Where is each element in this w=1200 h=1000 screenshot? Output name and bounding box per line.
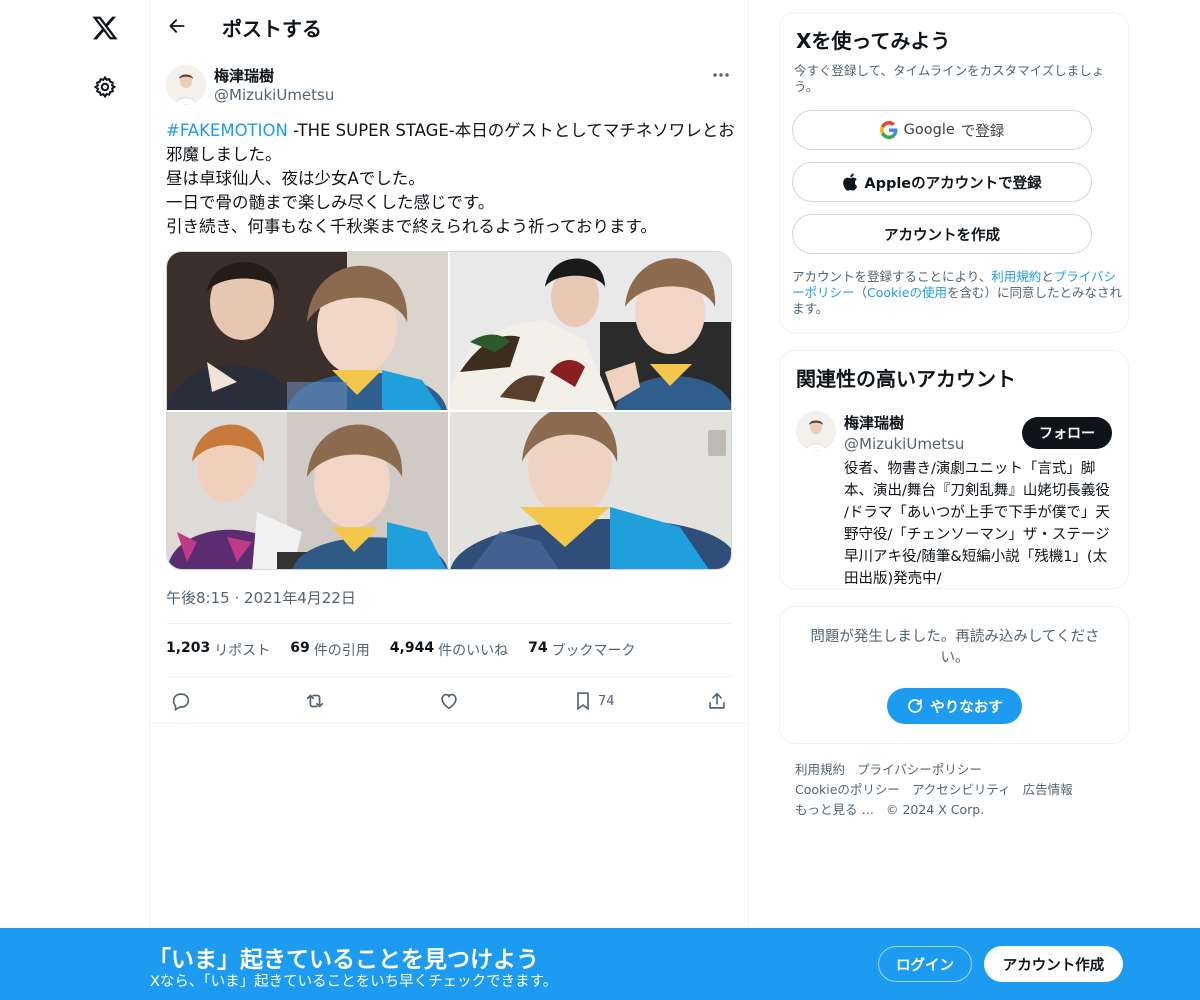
post-date: 2021年4月22日 [244, 589, 356, 607]
bookmark-count: 74 [598, 693, 615, 709]
bookmark-icon[interactable]: 74 [572, 688, 615, 714]
footer-row: もっと見る … © 2024 X Corp. [795, 800, 1125, 820]
footer-links: 利用規約 プライバシーポリシー Cookieのポリシー アクセシビリティ 広告情… [795, 760, 1125, 820]
post-text: #FAKEMOTION -THE SUPER STAGE-本日のゲストとしてマチ… [166, 119, 735, 239]
related-account-bio: 役者、物書き/演劇ユニット「言式」脚本、演出/舞台『刀剣乱舞』山姥切長義役 /ド… [844, 461, 1110, 587]
post-photo-4[interactable] [450, 412, 731, 569]
post-text-fragment: -THE SUPER STAGE-本日のゲストとしてマチネソワレとお [287, 121, 735, 140]
stat-count: 4,944 [389, 640, 435, 656]
google-signup-button[interactable]: Google で登録 [792, 110, 1092, 150]
footer-link-cookie[interactable]: Cookieのポリシー [795, 780, 900, 800]
terms-text: と [1041, 269, 1054, 284]
post-text-line: 引き続き、何事もなく千秋楽まで終えられるよう祈っております。 [166, 217, 657, 236]
retry-label: やりなおす [930, 699, 1003, 716]
create-account-label: アカウントを作成 [884, 227, 1000, 244]
error-message: 問題が発生しました。再読み込みしてください。 [810, 629, 1100, 666]
stat-quotes[interactable]: 69 件の引用 [290, 640, 369, 660]
post-text-line: 昼は卓球仙人、夜は少女Aでした。 [166, 169, 425, 188]
more-options-icon[interactable] [709, 65, 733, 85]
avatar[interactable] [796, 411, 836, 451]
apple-label: Appleのアカウントで登録 [864, 175, 1042, 192]
stat-count: 69 [290, 640, 310, 656]
google-icon [879, 121, 898, 139]
hashtag-link[interactable]: #FAKEMOTION [166, 121, 288, 140]
post-author: 梅津瑞樹 @MizukiUmetsu [166, 65, 733, 109]
post-time: 午後8:15 [166, 589, 230, 607]
post-photo-3[interactable] [167, 412, 448, 569]
author-handle[interactable]: @MizukiUmetsu [214, 86, 334, 104]
bottom-bar-subtitle: Xなら、「いま」起きていることをいち早くチェックできます。 [150, 974, 558, 990]
create-account-button[interactable]: アカウントを作成 [792, 214, 1092, 254]
google-suffix: で登録 [960, 123, 1005, 140]
cookie-use-link[interactable]: Cookieの使用 [867, 285, 947, 300]
footer-row: Cookieのポリシー アクセシビリティ 広告情報 [795, 780, 1125, 800]
terms-text: アカウントを登録することにより、 [792, 269, 992, 284]
settings-gear-icon[interactable] [82, 64, 128, 110]
page-title: ポストする [222, 17, 322, 41]
post-photo-2[interactable] [450, 252, 731, 410]
stat-label: 件の引用 [313, 643, 370, 659]
footer-link-more[interactable]: もっと見る … [795, 800, 874, 820]
share-icon[interactable] [706, 688, 728, 714]
signup-button[interactable]: アカウント作成 [984, 946, 1123, 982]
author-name[interactable]: 梅津瑞樹 [214, 65, 274, 86]
post-stats: 1,203 リポスト 69 件の引用 4,944 件のいいね 74 ブックマーク [166, 623, 733, 677]
page-header: ポストする [150, 0, 749, 53]
stat-label: 件のいいね [438, 643, 509, 659]
login-button[interactable]: ログイン [878, 946, 972, 982]
post-text-line: 一日で骨の髄まで楽しみ尽くした感じです。 [166, 193, 495, 212]
left-nav [0, 0, 150, 1000]
back-arrow-icon[interactable] [160, 9, 194, 43]
stat-bookmarks[interactable]: 74 ブックマーク [528, 640, 635, 660]
terms-of-service-link[interactable]: 利用規約 [991, 269, 1041, 284]
footer-link-accessibility[interactable]: アクセシビリティ [912, 780, 1011, 800]
stat-count: 74 [528, 640, 548, 656]
footer-link-privacy[interactable]: プライバシーポリシー [857, 760, 982, 780]
footer-row: 利用規約 プライバシーポリシー [795, 760, 1125, 780]
copyright: © 2024 X Corp. [885, 802, 985, 817]
timestamp-separator: · [234, 589, 240, 607]
apple-icon [842, 173, 858, 191]
repost-icon[interactable] [304, 688, 326, 714]
stat-label: リポスト [214, 643, 271, 659]
stat-reposts[interactable]: 1,203 リポスト [166, 640, 270, 660]
footer-link-ads-info[interactable]: 広告情報 [1023, 780, 1073, 800]
google-label: Google [903, 122, 955, 138]
post-actions: 74 [150, 677, 749, 724]
follow-button[interactable]: フォロー [1022, 417, 1112, 449]
signup-title: Xを使ってみよう [796, 29, 951, 53]
error-card: 問題が発生しました。再読み込みしてください。 やりなおす [779, 606, 1129, 744]
signup-terms: アカウントを登録することにより、利用規約とプライバシーポリシー（Cookieの使… [792, 269, 1122, 317]
signup-card: Xを使ってみよう 今すぐ登録して、タイムラインをカスタマイズしましょう。 Goo… [779, 12, 1129, 333]
bottom-login-bar: 「いま」起きていることを見つけよう Xなら、「いま」起きていることをいち早くチェ… [0, 928, 1200, 1000]
related-account-handle[interactable]: @MizukiUmetsu [844, 435, 964, 453]
post-text-line: 邪魔しました。 [166, 145, 282, 164]
retry-button[interactable]: やりなおす [887, 688, 1022, 724]
avatar[interactable] [166, 65, 206, 105]
signup-subtitle: 今すぐ登録して、タイムラインをカスタマイズしましょう。 [794, 63, 1105, 94]
footer-link-terms[interactable]: 利用規約 [795, 760, 845, 780]
terms-text: （ [854, 285, 868, 300]
main-column: ポストする 梅津瑞樹 @MizukiUmetsu #FAKEMOTION -TH… [150, 0, 749, 1000]
x-logo-icon[interactable] [82, 5, 128, 51]
stat-likes[interactable]: 4,944 件のいいね [390, 640, 508, 660]
post-photo-1[interactable] [167, 252, 448, 410]
bottom-bar-title: 「いま」起きていることを見つけよう [148, 947, 539, 973]
post-timestamp[interactable]: 午後8:15 · 2021年4月22日 [166, 587, 356, 608]
stat-label: ブックマーク [551, 643, 636, 659]
reply-icon[interactable] [170, 688, 192, 714]
related-title: 関連性の高いアカウント [796, 367, 1016, 391]
like-heart-icon[interactable] [438, 688, 460, 714]
post-media-grid [166, 251, 732, 570]
stat-count: 1,203 [166, 640, 211, 656]
related-accounts-card: 関連性の高いアカウント 梅津瑞樹 @MizukiUmetsu フォロー 役者、物… [779, 350, 1129, 589]
apple-signup-button[interactable]: Appleのアカウントで登録 [792, 162, 1092, 202]
refresh-icon [906, 697, 924, 715]
post-text-line: #FAKEMOTION -THE SUPER STAGE-本日のゲストとしてマチ… [166, 119, 735, 143]
related-account-name[interactable]: 梅津瑞樹 [844, 412, 904, 433]
